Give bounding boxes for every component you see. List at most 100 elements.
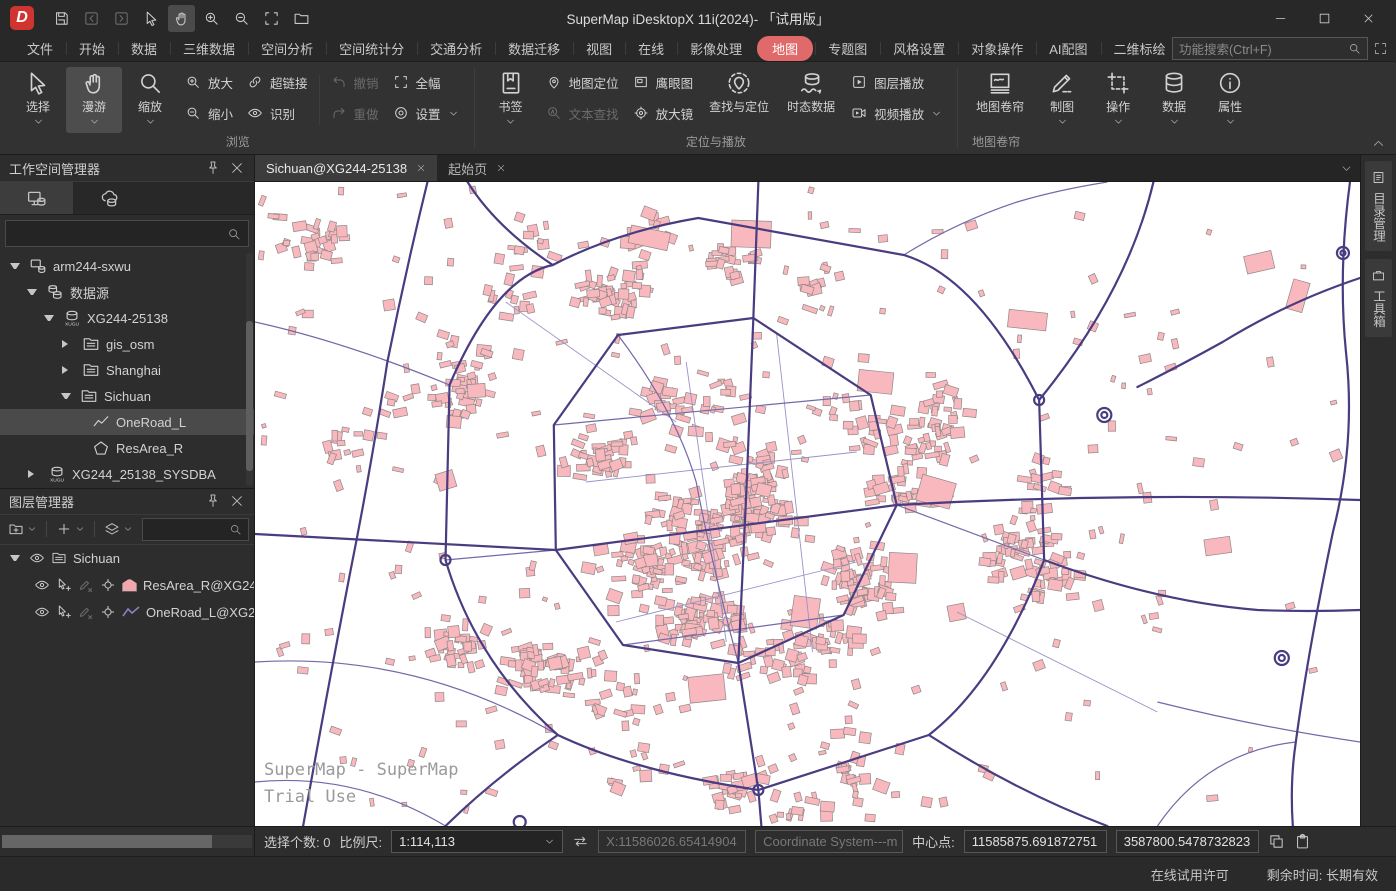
layer-style-button[interactable] bbox=[101, 519, 136, 539]
center-x-field[interactable]: 11585875.691872751 bbox=[963, 830, 1107, 853]
snapable-icon[interactable] bbox=[100, 604, 116, 620]
redo-button[interactable]: 重做 bbox=[331, 102, 379, 124]
full-extent-button[interactable]: 全幅 bbox=[393, 71, 459, 93]
tree-row-Sichuan[interactable]: Sichuan bbox=[0, 383, 254, 409]
expander-icon[interactable] bbox=[10, 555, 20, 562]
workspace-tree-tab[interactable] bbox=[0, 182, 73, 214]
bookmark-button[interactable]: 书签 bbox=[483, 67, 539, 133]
menu-tab-7[interactable]: 数据迁移 bbox=[495, 37, 573, 60]
select-tool-button[interactable]: 选择 bbox=[10, 67, 66, 133]
close-icon[interactable] bbox=[229, 493, 245, 509]
selectable-icon[interactable] bbox=[56, 604, 72, 620]
horizontal-scrollbar-thumb[interactable] bbox=[2, 835, 212, 848]
zoom-in-button[interactable]: 放大 bbox=[185, 71, 233, 93]
map-curtain-button[interactable]: 地图卷帘 bbox=[966, 67, 1034, 133]
zoom-tool-button[interactable]: 缩放 bbox=[122, 67, 178, 133]
layer-row-OneRoad_L@XG244-25138[interactable]: OneRoad_L@XG244-25138 bbox=[0, 599, 254, 626]
tree-row-XG244-25138[interactable]: XG244-25138 bbox=[0, 305, 254, 331]
zoom-out-button[interactable]: 缩小 bbox=[185, 102, 233, 124]
expander-icon[interactable] bbox=[62, 340, 72, 348]
menu-tab-10[interactable]: 影像处理 bbox=[677, 37, 755, 60]
pin-icon[interactable] bbox=[205, 160, 221, 176]
menu-tab-9[interactable]: 在线 bbox=[625, 37, 677, 60]
identify-button[interactable]: 识别 bbox=[247, 102, 308, 124]
undo-button[interactable]: 撤销 bbox=[331, 71, 379, 93]
close-button[interactable] bbox=[1346, 3, 1390, 33]
paste-icon[interactable] bbox=[1294, 833, 1311, 850]
text-find-button[interactable]: 文本查找 bbox=[546, 102, 619, 124]
vertical-scrollbar-thumb[interactable] bbox=[246, 321, 253, 471]
map-locate-button[interactable]: 地图定位 bbox=[546, 71, 619, 93]
expander-icon[interactable] bbox=[61, 393, 71, 399]
attribute-button[interactable]: 属性 bbox=[1202, 67, 1258, 133]
scale-select[interactable]: 1:114,113 bbox=[391, 830, 564, 853]
expander-icon[interactable] bbox=[10, 263, 20, 269]
tree-row-Shanghai[interactable]: Shanghai bbox=[0, 357, 254, 383]
close-tab-icon[interactable] bbox=[416, 163, 426, 173]
pin-icon[interactable] bbox=[205, 493, 221, 509]
menu-tab-11[interactable]: 地图 bbox=[757, 36, 814, 61]
tree-row-ResArea_R[interactable]: ResArea_R bbox=[0, 435, 254, 461]
video-play-button[interactable]: 视频播放 bbox=[851, 102, 942, 124]
overview-map-button[interactable]: 鹰眼图 bbox=[633, 71, 693, 93]
expander-icon[interactable] bbox=[27, 289, 37, 295]
menu-tab-12[interactable]: 专题图 bbox=[815, 37, 880, 60]
settings-button[interactable]: 设置 bbox=[393, 102, 459, 124]
expand-search-icon[interactable] bbox=[1373, 41, 1388, 56]
tree-row-gis_osm[interactable]: gis_osm bbox=[0, 331, 254, 357]
menu-tab-6[interactable]: 交通分析 bbox=[417, 37, 495, 60]
map-canvas[interactable]: SuperMap - SuperMap Trial Use bbox=[255, 182, 1360, 826]
tree-row-数据源[interactable]: 数据源 bbox=[0, 279, 254, 305]
visibility-eye-icon[interactable] bbox=[29, 550, 45, 566]
new-layer-group-button[interactable] bbox=[5, 519, 40, 539]
pan-tool-button[interactable]: 漫游 bbox=[66, 67, 122, 133]
tree-row-OneRoad_L[interactable]: OneRoad_L bbox=[0, 409, 254, 435]
menu-tab-3[interactable]: 三维数据 bbox=[170, 37, 248, 60]
selectable-icon[interactable] bbox=[56, 577, 72, 593]
layer-row-ResArea_R@XG244-25138[interactable]: ResArea_R@XG244-25138 bbox=[0, 572, 254, 599]
tab-list-button[interactable] bbox=[1332, 155, 1360, 181]
close-icon[interactable] bbox=[229, 160, 245, 176]
find-and-locate-button[interactable]: 查找与定位 bbox=[700, 67, 778, 133]
pan-icon[interactable] bbox=[168, 4, 195, 32]
previous-view-icon[interactable] bbox=[78, 5, 105, 32]
snapable-icon[interactable] bbox=[100, 577, 116, 593]
mouse-x-field[interactable]: X:11586026.65414904 bbox=[598, 830, 747, 853]
toolbox-tab[interactable]: 工具箱 bbox=[1365, 259, 1392, 337]
document-tab-Sichuan@XG244-25138[interactable]: Sichuan@XG244-25138 bbox=[255, 155, 438, 181]
select-icon[interactable] bbox=[138, 5, 165, 32]
copy-icon[interactable] bbox=[1268, 833, 1285, 850]
editable-icon[interactable] bbox=[78, 604, 94, 620]
visibility-eye-icon[interactable] bbox=[34, 604, 50, 620]
next-view-icon[interactable] bbox=[108, 5, 135, 32]
close-tab-icon[interactable] bbox=[496, 163, 506, 173]
datasource-view-tab[interactable] bbox=[73, 182, 146, 214]
magnifier-button[interactable]: 放大镜 bbox=[633, 102, 693, 124]
menu-tab-8[interactable]: 视图 bbox=[573, 37, 625, 60]
document-tab-起始页[interactable]: 起始页 bbox=[437, 155, 517, 181]
menu-tab-5[interactable]: 空间统计分 bbox=[326, 37, 417, 60]
expander-icon[interactable] bbox=[28, 470, 38, 478]
folder-icon[interactable] bbox=[288, 5, 315, 32]
menu-tab-13[interactable]: 风格设置 bbox=[880, 37, 958, 60]
catalog-manager-tab[interactable]: 目录管理 bbox=[1365, 161, 1392, 251]
full-extent-icon[interactable] bbox=[258, 5, 285, 32]
menu-tab-15[interactable]: AI配图 bbox=[1036, 37, 1100, 60]
coordinate-system-field[interactable]: Coordinate System---m bbox=[755, 830, 904, 853]
data-button[interactable]: 数据 bbox=[1146, 67, 1202, 133]
save-icon[interactable] bbox=[48, 5, 75, 32]
menu-tab-2[interactable]: 数据 bbox=[118, 37, 170, 60]
menu-tab-1[interactable]: 开始 bbox=[66, 37, 118, 60]
hyperlink-button[interactable]: 超链接 bbox=[247, 71, 308, 93]
layer-group-row[interactable]: Sichuan bbox=[0, 545, 254, 572]
function-search-box[interactable]: 功能搜索(Ctrl+F) bbox=[1172, 37, 1368, 60]
menu-tab-14[interactable]: 对象操作 bbox=[958, 37, 1036, 60]
collapse-ribbon-icon[interactable] bbox=[1371, 136, 1386, 151]
operate-button[interactable]: 操作 bbox=[1090, 67, 1146, 133]
zoom-in-icon[interactable] bbox=[198, 5, 225, 32]
layer-play-button[interactable]: 图层播放 bbox=[851, 71, 942, 93]
tree-row-arm244-sxwu[interactable]: arm244-sxwu bbox=[0, 253, 254, 279]
layer-search-input[interactable] bbox=[142, 517, 249, 541]
swap-coordinates-icon[interactable] bbox=[572, 833, 589, 850]
search-icon[interactable] bbox=[1348, 42, 1361, 55]
